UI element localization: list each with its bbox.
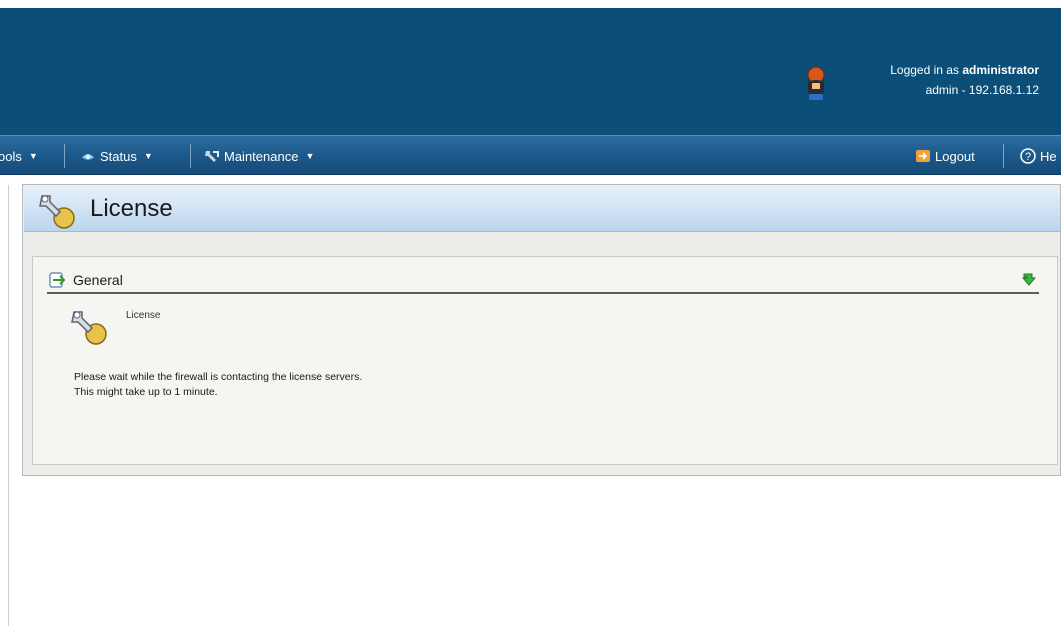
menu-tools-label: ools	[0, 148, 22, 164]
menu-separator	[1003, 144, 1004, 168]
wrench-icon	[205, 151, 219, 162]
menu-bar: ools ▼ Status ▼ Maintenance ▼ Logout ? H…	[0, 135, 1061, 175]
status-message-line2: This might take up to 1 minute.	[74, 386, 218, 398]
menu-status-label: Status	[100, 148, 137, 164]
panel-header: License	[24, 186, 1060, 232]
session-info: admin - 192.168.1.12	[925, 83, 1039, 97]
svg-text:?: ?	[1025, 151, 1031, 163]
logout-icon	[916, 150, 930, 162]
chevron-down-icon: ▼	[28, 151, 38, 161]
arrow-right-icon	[49, 272, 66, 288]
license-icon	[39, 195, 75, 229]
help-icon: ?	[1020, 148, 1036, 164]
section-title: General	[73, 272, 123, 288]
status-message-line1: Please wait while the firewall is contac…	[74, 371, 363, 383]
refresh-icon[interactable]	[1021, 271, 1037, 289]
logout-button[interactable]: Logout	[915, 136, 975, 176]
help-button[interactable]: ? He	[1020, 136, 1057, 176]
menu-tools[interactable]: ools ▼	[0, 136, 38, 176]
logout-label: Logout	[935, 148, 975, 164]
chevron-down-icon: ▼	[305, 151, 315, 161]
left-border	[8, 185, 9, 626]
menu-maintenance-label: Maintenance	[224, 148, 299, 164]
menu-maintenance[interactable]: Maintenance ▼	[204, 136, 314, 176]
menu-separator	[190, 144, 191, 168]
chevron-down-icon: ▼	[143, 151, 153, 161]
logged-in-prefix: Logged in as	[890, 63, 959, 77]
help-label: He	[1040, 148, 1057, 164]
menu-separator	[64, 144, 65, 168]
app-header: Logged in as administrator admin - 192.1…	[0, 8, 1061, 135]
status-message: Please wait while the firewall is contac…	[74, 370, 362, 400]
menu-status[interactable]: Status ▼	[80, 136, 153, 176]
status-icon	[82, 154, 94, 160]
top-strip	[0, 0, 1061, 8]
license-item-label: License	[126, 310, 161, 321]
app-page: Logged in as administrator admin - 192.1…	[0, 0, 1061, 626]
user-icon	[807, 66, 825, 100]
general-section: General License Please wait while the fi…	[32, 256, 1058, 465]
section-header: General	[47, 268, 1039, 294]
logged-in-line: Logged in as administrator	[890, 60, 1039, 80]
logged-in-role: administrator	[962, 63, 1039, 77]
license-item-icon	[71, 311, 107, 345]
user-info: Logged in as administrator admin - 192.1…	[890, 60, 1039, 100]
page-title: License	[90, 195, 173, 222]
